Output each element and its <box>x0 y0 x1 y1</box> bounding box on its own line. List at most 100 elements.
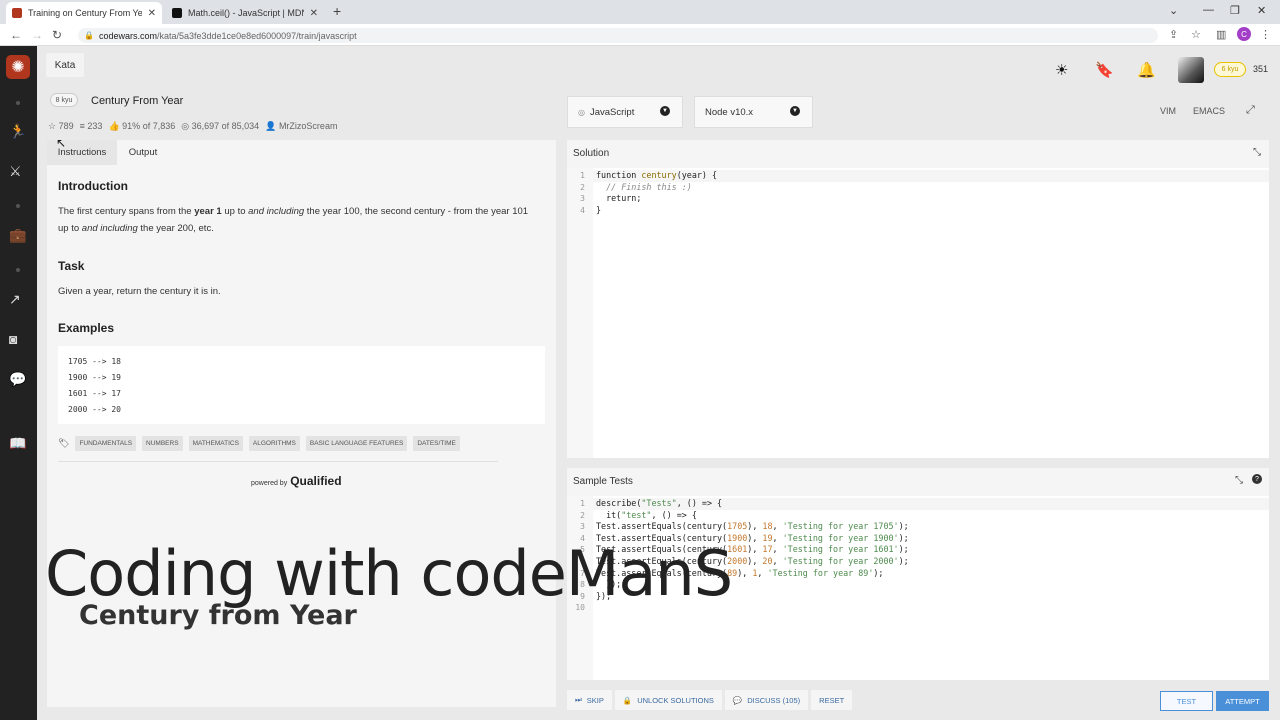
browser-tab-mdn[interactable]: Math.ceil() - JavaScript | MDN ✕ <box>166 2 324 24</box>
intro-text-segment: up to <box>221 206 249 217</box>
line-number: 2 <box>580 510 585 520</box>
url-field[interactable]: 🔒 codewars.com/kata/5a3fe3dde1ce0e8ed600… <box>78 28 1158 43</box>
codewars-logo-icon[interactable]: ✺ <box>6 55 30 79</box>
close-tab-icon[interactable]: ✕ <box>142 8 156 19</box>
profile-avatar[interactable]: C <box>1237 27 1251 41</box>
examples-heading: Examples <box>58 321 115 335</box>
left-sidebar: ✺ 🏃 ⚔ 💼 ↗ ◙ 💬 📖 <box>0 46 37 720</box>
completed-of: of 85,034 <box>221 121 260 131</box>
star-icon: ☆ <box>48 121 57 131</box>
fullscreen-icon[interactable]: ⤢ <box>1246 104 1255 117</box>
bookmark-star-icon[interactable]: ☆ <box>1191 28 1201 41</box>
tab-search-icon[interactable]: ⌄ <box>1169 4 1178 17</box>
side-panel-icon[interactable]: ▥ <box>1216 28 1226 41</box>
runtime-select[interactable]: Node v10.x ▼ <box>694 96 813 128</box>
satisfaction-of: of 7,836 <box>142 121 176 131</box>
reset-button[interactable]: RESET <box>811 690 853 710</box>
discuss-label: DISCUSS (105) <box>747 695 801 705</box>
docs-book-icon[interactable]: 📖 <box>9 435 26 452</box>
line-number: 1 <box>580 499 585 508</box>
tab-output[interactable]: Output <box>117 140 169 165</box>
tag-algorithms[interactable]: ALGORITHMS <box>248 436 300 451</box>
restore-icon[interactable]: ❐ <box>1230 4 1240 17</box>
kata-tab[interactable]: Kata <box>46 53 84 77</box>
tags-row: 🏷 FUNDAMENTALS NUMBERS MATHEMATICS ALGOR… <box>58 436 460 451</box>
solution-code[interactable]: function century(year) { // Finish this … <box>596 170 717 216</box>
discuss-button[interactable]: 💬 DISCUSS (105) <box>724 690 809 710</box>
leaderboard-icon[interactable]: ↗ <box>9 291 21 308</box>
test-button[interactable]: TEST <box>1160 691 1213 711</box>
unlock-label: UNLOCK SOLUTIONS <box>637 695 714 705</box>
kata-stats: ☆ 789 ≡ 233 👍 91% of 7,836 ◎ 36,697 of 8… <box>48 121 337 132</box>
qualified-logo: Qualified <box>290 474 342 488</box>
bookmark-icon[interactable]: 🔖 <box>1095 61 1114 79</box>
author-stat[interactable]: 👤 MrZizoScream <box>265 121 337 132</box>
tag-numbers[interactable]: NUMBERS <box>142 436 183 451</box>
share-icon[interactable]: ⇪ <box>1169 28 1178 41</box>
tag-basic-language-features[interactable]: BASIC LANGUAGE FEATURES <box>305 436 408 451</box>
tab-title: Training on Century From Year | C <box>28 8 142 18</box>
minimize-icon[interactable]: — <box>1203 4 1214 16</box>
user-avatar[interactable] <box>1178 57 1204 83</box>
practice-icon[interactable]: ⚔ <box>9 163 22 180</box>
skip-label: SKIP <box>586 695 604 705</box>
new-tab-icon[interactable]: + <box>333 3 341 19</box>
vim-mode-toggle[interactable]: VIM <box>1160 106 1176 116</box>
rank-badge[interactable]: 6 kyu <box>1214 62 1246 77</box>
solution-editor[interactable]: Solution ⤡ 1 2 34 function century(year) {… <box>567 140 1269 458</box>
notifications-bell-icon[interactable]: 🔔 <box>1137 61 1156 79</box>
completed-stat: ◎ 36,697 of 85,034 <box>181 121 259 132</box>
training-icon[interactable]: 🏃 <box>9 123 26 140</box>
briefcase-icon[interactable]: 💼 <box>9 227 26 244</box>
stars-count: 789 <box>58 121 74 131</box>
reload-icon[interactable]: ↻ <box>52 28 62 42</box>
emacs-mode-toggle[interactable]: EMACS <box>1193 106 1225 116</box>
back-icon[interactable]: ← <box>10 28 22 42</box>
line-number: 4 <box>580 205 585 215</box>
browser-tab-codewars[interactable]: Training on Century From Year | C ✕ <box>6 2 162 24</box>
code-line: function century(year) { <box>596 170 718 180</box>
lock-icon: 🔒 <box>622 695 633 705</box>
line-number-gutter: 1 2 34 <box>567 168 593 458</box>
introduction-text: The first century spans from the year 1 … <box>58 203 538 237</box>
line-number: 3 <box>580 522 585 532</box>
thumbs-icon: 👍 <box>108 121 120 131</box>
expand-icon[interactable]: ⤡ <box>1253 147 1261 158</box>
line-number: 1 <box>580 171 585 180</box>
unlock-solutions-button[interactable]: 🔒 UNLOCK SOLUTIONS <box>614 690 722 710</box>
collections-stat[interactable]: ≡ 233 <box>80 121 103 132</box>
tag-fundamentals[interactable]: FUNDAMENTALS <box>75 436 137 451</box>
intro-text-segment: and including <box>248 206 305 217</box>
satisfaction-value: 91% <box>122 121 141 131</box>
kata-title: Century From Year <box>91 95 184 107</box>
chat-icon[interactable]: 💬 <box>9 371 26 388</box>
author-name: MrZizoScream <box>278 121 338 131</box>
close-window-icon[interactable]: ✕ <box>1257 4 1266 17</box>
line-number: 2 <box>580 182 585 192</box>
tag-icon: 🏷 <box>58 438 70 448</box>
skip-icon: ⏭ <box>575 695 582 704</box>
powered-by-qualified[interactable]: powered by Qualified <box>251 474 342 488</box>
menu-kebab-icon[interactable]: ⋮ <box>1260 28 1271 41</box>
url-path: /kata/5a3fe3dde1ce0e8ed6000097/train/jav… <box>157 30 357 41</box>
language-select[interactable]: ◎ JavaScript ▼ <box>567 96 683 128</box>
theme-sun-icon[interactable]: ☀ <box>1055 61 1068 79</box>
kyu-badge: 8 kyu <box>50 93 78 107</box>
expand-icon[interactable]: ⤡ <box>1235 475 1243 486</box>
close-tab-icon[interactable]: ✕ <box>304 8 318 19</box>
video-overlay-subtitle: Century from Year <box>79 600 357 631</box>
sidebar-dot <box>16 204 20 208</box>
intro-text-segment: and including <box>81 223 138 234</box>
skip-button[interactable]: ⏭ SKIP <box>567 690 612 710</box>
discord-icon[interactable]: ◙ <box>9 331 17 347</box>
help-icon[interactable]: ? <box>1252 474 1262 484</box>
attempt-button[interactable]: ATTEMPT <box>1216 691 1269 711</box>
chat-icon: 💬 <box>732 695 743 705</box>
tag-mathematics[interactable]: MATHEMATICS <box>188 436 243 451</box>
forward-icon[interactable]: → <box>31 28 43 42</box>
task-text: Given a year, return the century it is i… <box>58 286 221 297</box>
stars-stat[interactable]: ☆ 789 <box>48 121 74 132</box>
tag-dates-time[interactable]: DATES/TIME <box>413 436 460 451</box>
stack-icon: ≡ <box>79 121 85 131</box>
sample-tests-title: Sample Tests <box>567 468 1269 496</box>
